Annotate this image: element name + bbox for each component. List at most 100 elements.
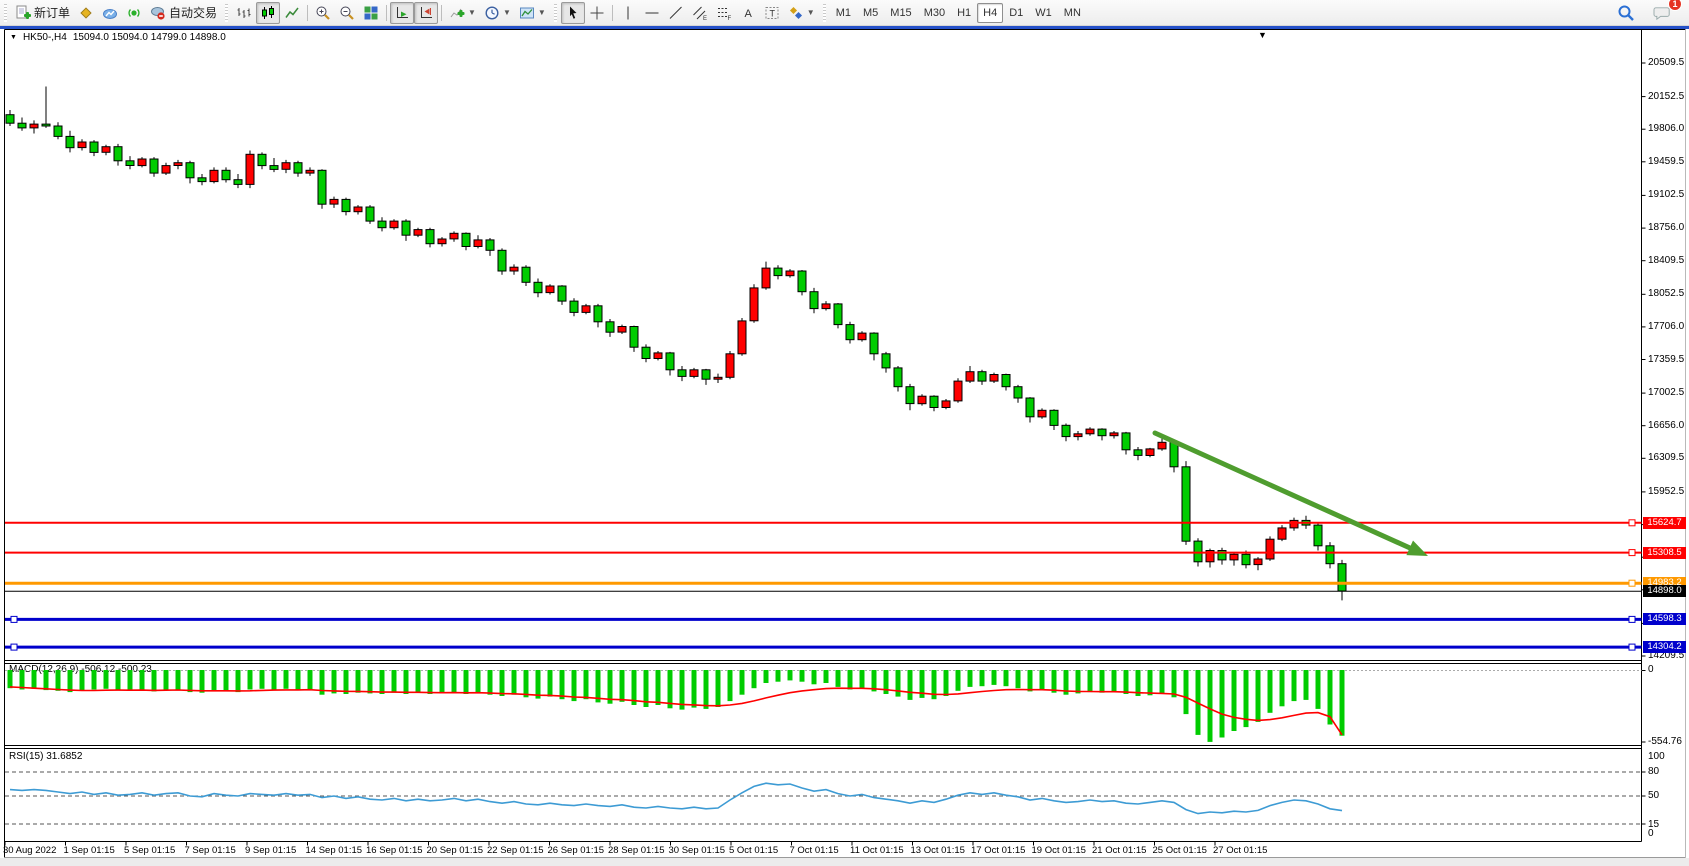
time-tick-label: 5 Sep 01:15 bbox=[124, 845, 175, 856]
text-tool-button[interactable]: A bbox=[736, 2, 760, 24]
market-watch-button[interactable] bbox=[74, 2, 98, 24]
time-tick-label: 19 Oct 01:15 bbox=[1032, 845, 1086, 856]
rsi-axis-label: 100 bbox=[1648, 751, 1688, 762]
crosshair-tool-button[interactable] bbox=[585, 2, 609, 24]
chevron-down-icon: ▼ bbox=[503, 8, 511, 17]
auto-scroll-button[interactable] bbox=[390, 2, 414, 24]
timeframe-m1-button[interactable]: M1 bbox=[830, 3, 857, 23]
vertical-line-tool-button[interactable] bbox=[616, 2, 640, 24]
chevron-down-icon: ▼ bbox=[538, 8, 546, 17]
price-line-label: 14598.3 bbox=[1643, 613, 1686, 625]
price-tick-label: 16309.5 bbox=[1648, 452, 1688, 463]
autotrading-icon bbox=[150, 5, 166, 21]
signal-icon bbox=[126, 5, 142, 21]
chart-shift-icon bbox=[418, 5, 434, 21]
zoom-in-icon bbox=[315, 5, 331, 21]
svg-text:T: T bbox=[769, 8, 775, 18]
rsi-axis-label: 50 bbox=[1648, 790, 1688, 801]
toolbar-grip bbox=[223, 4, 230, 22]
timeframe-m5-button[interactable]: M5 bbox=[857, 3, 884, 23]
timeframe-m15-button[interactable]: M15 bbox=[884, 3, 917, 23]
chart-shift-button[interactable] bbox=[414, 2, 438, 24]
new-order-icon bbox=[15, 5, 31, 21]
price-tick-label: 17002.5 bbox=[1648, 387, 1688, 398]
candlestick-icon bbox=[260, 5, 276, 21]
periods-button[interactable]: ▼ bbox=[480, 2, 515, 24]
time-tick-label: 21 Oct 01:15 bbox=[1092, 845, 1146, 856]
macd-axis-label: -554.76 bbox=[1648, 736, 1688, 747]
chevron-down-icon: ▼ bbox=[807, 8, 815, 17]
bar-chart-button[interactable] bbox=[232, 2, 256, 24]
price-tick-label: 19806.0 bbox=[1648, 123, 1688, 134]
trendline-tool-button[interactable] bbox=[664, 2, 688, 24]
rsi-axis-label: 80 bbox=[1648, 766, 1688, 777]
fibonacci-tool-button[interactable]: F bbox=[712, 2, 736, 24]
notifications-button[interactable]: 1 bbox=[1649, 2, 1675, 24]
gold-bar-icon bbox=[78, 5, 94, 21]
tile-windows-button[interactable] bbox=[359, 2, 383, 24]
cursor-tool-button[interactable] bbox=[561, 2, 585, 24]
price-axis[interactable] bbox=[1642, 30, 1686, 842]
horizontal-line-tool-button[interactable] bbox=[640, 2, 664, 24]
clock-icon bbox=[484, 5, 500, 21]
new-order-label: 新订单 bbox=[34, 4, 70, 21]
autotrading-button[interactable]: 自动交易 bbox=[146, 2, 221, 24]
indicators-icon bbox=[449, 5, 465, 21]
time-tick-label: 20 Sep 01:15 bbox=[427, 845, 484, 856]
search-button[interactable] bbox=[1613, 2, 1639, 24]
toolbar-grip bbox=[2, 4, 9, 22]
timeframe-w1-button[interactable]: W1 bbox=[1029, 3, 1058, 23]
price-line-label: 15624.7 bbox=[1643, 517, 1686, 529]
arrows-tool-button[interactable]: ▼ bbox=[784, 2, 819, 24]
time-tick-label: 14 Sep 01:15 bbox=[306, 845, 363, 856]
templates-button[interactable]: ▼ bbox=[515, 2, 550, 24]
toolbar-separator bbox=[441, 5, 442, 21]
chart-menu-icon[interactable]: ▼ bbox=[10, 34, 17, 41]
trendline-icon bbox=[668, 5, 684, 21]
timeframe-m30-button[interactable]: M30 bbox=[918, 3, 951, 23]
autotrading-label: 自动交易 bbox=[169, 4, 217, 21]
notification-badge: 1 bbox=[1668, 0, 1682, 11]
crosshair-icon bbox=[589, 5, 605, 21]
macd-axis-label: 0 bbox=[1648, 664, 1688, 675]
tile-windows-icon bbox=[363, 5, 379, 21]
timeframe-h4-button[interactable]: H4 bbox=[977, 3, 1003, 23]
time-tick-label: 30 Aug 2022 bbox=[3, 845, 56, 856]
cloud-chart-icon bbox=[102, 5, 118, 21]
text-icon: A bbox=[740, 5, 756, 21]
line-chart-button[interactable] bbox=[280, 2, 304, 24]
time-tick-label: 30 Sep 01:15 bbox=[669, 845, 726, 856]
price-tick-label: 19102.5 bbox=[1648, 189, 1688, 200]
svg-text:A: A bbox=[744, 8, 752, 20]
timeframe-h1-button[interactable]: H1 bbox=[951, 3, 977, 23]
channel-tool-button[interactable]: E bbox=[688, 2, 712, 24]
price-tick-label: 15952.5 bbox=[1648, 486, 1688, 497]
zoom-out-icon bbox=[339, 5, 355, 21]
price-tick-label: 19459.5 bbox=[1648, 156, 1688, 167]
new-order-button[interactable]: 新订单 bbox=[11, 2, 74, 24]
strategy-tester-button[interactable] bbox=[98, 2, 122, 24]
indicators-button[interactable]: ▼ bbox=[445, 2, 480, 24]
cursor-icon bbox=[565, 5, 581, 21]
chart-shift-marker: ▼ bbox=[1258, 30, 1267, 40]
timeframe-d1-button[interactable]: D1 bbox=[1003, 3, 1029, 23]
timeframe-mn-button[interactable]: MN bbox=[1058, 3, 1087, 23]
bar-chart-icon bbox=[236, 5, 252, 21]
chart-area[interactable] bbox=[5, 30, 1641, 661]
time-tick-label: 7 Sep 01:15 bbox=[185, 845, 236, 856]
svg-text:F: F bbox=[727, 16, 731, 21]
chevron-down-icon: ▼ bbox=[468, 8, 476, 17]
candlestick-chart-button[interactable] bbox=[256, 2, 280, 24]
zoom-out-button[interactable] bbox=[335, 2, 359, 24]
toolbar-separator bbox=[307, 5, 308, 21]
arrows-icon bbox=[788, 5, 804, 21]
price-tick-label: 16656.0 bbox=[1648, 420, 1688, 431]
price-tick-label: 20509.5 bbox=[1648, 57, 1688, 68]
zoom-in-button[interactable] bbox=[311, 2, 335, 24]
time-tick-label: 7 Oct 01:15 bbox=[790, 845, 839, 856]
main-toolbar: 新订单 自动交易 ▼ ▼ ▼ E F A T ▼ M1 M5 M15 M30 H… bbox=[0, 0, 1689, 26]
alerts-button[interactable] bbox=[122, 2, 146, 24]
label-tool-button[interactable]: T bbox=[760, 2, 784, 24]
price-tick-label: 17359.5 bbox=[1648, 354, 1688, 365]
line-chart-icon bbox=[284, 5, 300, 21]
